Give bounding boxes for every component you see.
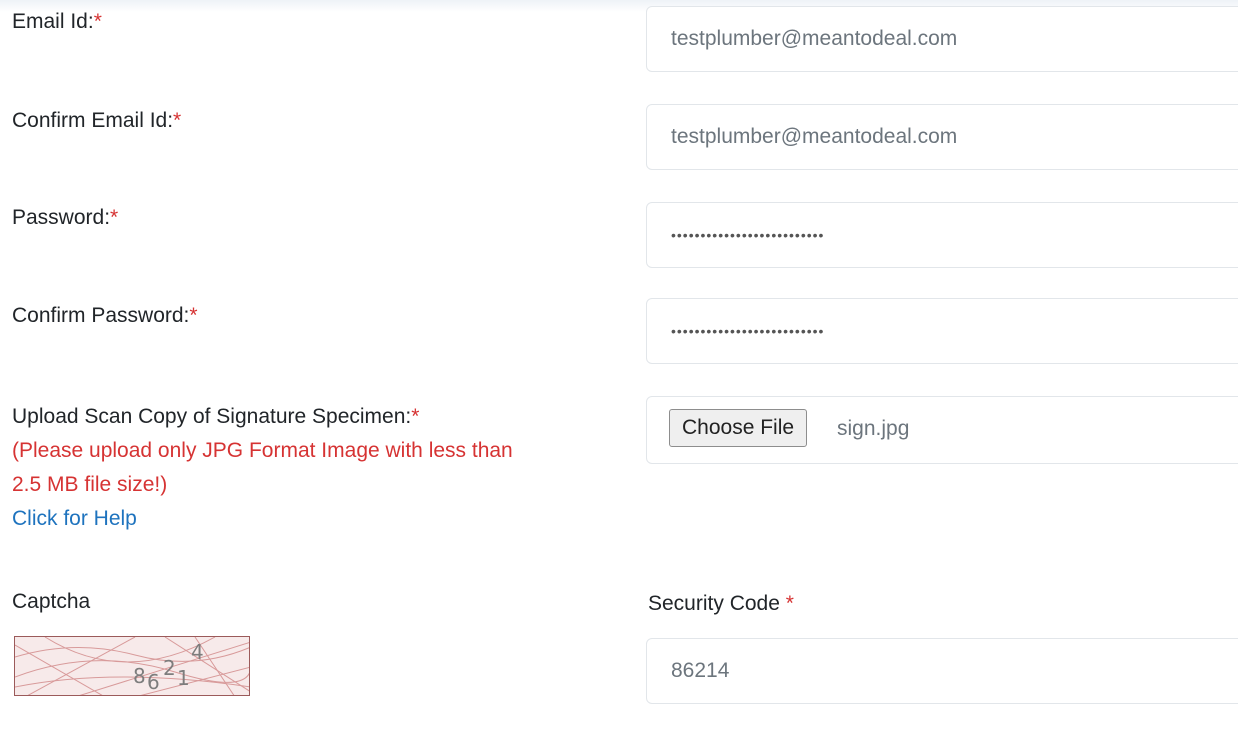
captcha-label: Captcha <box>12 590 91 613</box>
password-label: Password:* <box>12 206 119 229</box>
required-mark: * <box>785 592 794 615</box>
required-mark: * <box>411 405 420 428</box>
security-code-label: Security Code * <box>648 592 794 615</box>
captcha-digit: 1 <box>177 666 190 690</box>
confirm-email-label: Confirm Email Id:* <box>12 109 182 132</box>
confirm-password-label: Confirm Password:* <box>12 304 198 327</box>
security-code-value: 86214 <box>671 659 730 682</box>
captcha-digit: 2 <box>163 656 176 680</box>
password-masked-value: •••••••••••••••••••••••••• <box>671 227 825 243</box>
captcha-noise-graphic: 8 6 2 1 4 <box>15 637 249 695</box>
help-link[interactable]: Click for Help <box>12 502 513 536</box>
email-label: Email Id:* <box>12 10 102 33</box>
captcha-digit: 8 <box>133 664 146 688</box>
password-field[interactable]: •••••••••••••••••••••••••• <box>646 202 1238 268</box>
signature-label-block: Upload Scan Copy of Signature Specimen:*… <box>12 400 513 536</box>
captcha-digit: 4 <box>191 640 204 664</box>
selected-file-name: sign.jpg <box>837 417 910 440</box>
captcha-digit: 6 <box>147 670 160 694</box>
confirm-email-field[interactable]: testplumber@meantodeal.com <box>646 104 1238 170</box>
confirm-password-field[interactable]: •••••••••••••••••••••••••• <box>646 298 1238 364</box>
signature-format-note-1: (Please upload only JPG Format Image wit… <box>12 439 513 462</box>
required-mark: * <box>110 206 119 229</box>
confirm-password-masked-value: •••••••••••••••••••••••••• <box>671 323 825 339</box>
required-mark: * <box>189 304 198 327</box>
signature-file-input[interactable]: Choose File sign.jpg <box>646 396 1238 464</box>
security-code-field[interactable]: 86214 <box>646 638 1238 704</box>
email-field[interactable]: testplumber@meantodeal.com <box>646 6 1238 72</box>
confirm-email-value: testplumber@meantodeal.com <box>671 125 958 148</box>
required-mark: * <box>173 109 182 132</box>
required-mark: * <box>93 10 102 33</box>
email-value: testplumber@meantodeal.com <box>671 27 958 50</box>
captcha-image: 8 6 2 1 4 <box>14 636 250 696</box>
signature-label: Upload Scan Copy of Signature Specimen:* <box>12 405 420 428</box>
signature-format-note-2: 2.5 MB file size!) <box>12 473 168 496</box>
choose-file-button[interactable]: Choose File <box>669 409 808 447</box>
